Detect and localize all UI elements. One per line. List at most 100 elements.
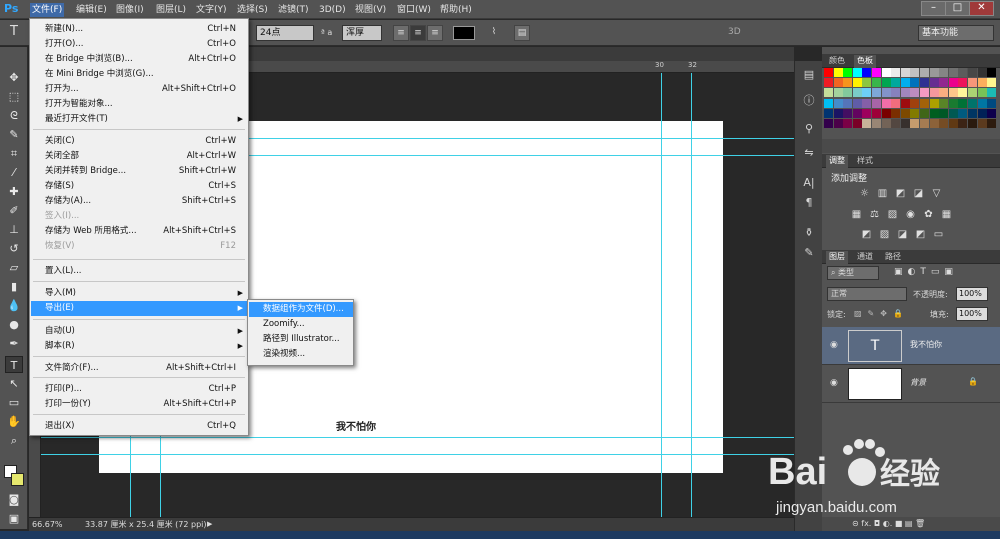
eraser-tool-icon[interactable]: ▱ — [5, 259, 23, 276]
file-menu-item[interactable]: 打开(O)... Ctrl+O — [31, 37, 248, 52]
file-menu-item[interactable]: 关闭(C) Ctrl+W — [31, 134, 248, 149]
menu-image[interactable]: 图像(I) — [114, 3, 146, 17]
menu-layer[interactable]: 图层(L) — [154, 3, 188, 17]
file-menu-item[interactable]: 存储为 Web 所用格式... Alt+Shift+Ctrl+S — [31, 224, 248, 239]
color-swatch[interactable] — [977, 108, 987, 118]
blend-mode-select[interactable]: 正常 — [827, 287, 907, 301]
file-menu-item[interactable]: 新建(N)... Ctrl+N — [31, 22, 248, 37]
color-swatch[interactable] — [862, 119, 872, 128]
color-swatch[interactable] — [948, 78, 958, 88]
color-swatch[interactable] — [977, 88, 987, 98]
invert-icon[interactable]: ◩ — [860, 229, 873, 241]
color-swatch[interactable] — [843, 68, 853, 77]
color-swatch[interactable] — [900, 88, 910, 98]
color-swatch[interactable] — [987, 98, 997, 108]
text-color-swatch[interactable] — [453, 26, 475, 40]
color-swatch[interactable] — [958, 88, 968, 98]
minimize-button[interactable]: – — [921, 1, 946, 16]
file-menu-item[interactable]: 关闭并转到 Bridge... Shift+Ctrl+W — [31, 164, 248, 179]
color-swatch[interactable] — [958, 108, 968, 118]
visibility-eye-icon[interactable]: ◉ — [830, 340, 838, 350]
menu-edit[interactable]: 编辑(E) — [74, 3, 109, 17]
opacity-field[interactable]: 100% — [956, 287, 988, 301]
tab-adjustments[interactable]: 调整 — [826, 155, 848, 168]
color-swatch[interactable] — [958, 98, 968, 108]
file-menu-item[interactable]: 文件简介(F)... Alt+Shift+Ctrl+I — [31, 361, 248, 376]
quick-mask-icon[interactable]: ◙ — [5, 491, 23, 508]
guide-line[interactable] — [661, 73, 662, 517]
color-swatch[interactable] — [968, 98, 977, 108]
type-tool-icon[interactable]: T — [6, 25, 22, 41]
curves-icon[interactable]: ◩ — [894, 188, 907, 200]
color-swatch[interactable] — [852, 68, 862, 77]
workspace-select[interactable]: 基本功能 — [918, 25, 994, 41]
levels-icon[interactable]: ▥ — [876, 188, 889, 200]
color-swatch[interactable] — [872, 68, 881, 77]
stamp-tool-icon[interactable]: ⊥ — [5, 221, 23, 238]
swatch-grid[interactable] — [824, 68, 998, 130]
file-menu-item[interactable]: 存储为(A)... Shift+Ctrl+S — [31, 194, 248, 209]
color-swatch[interactable] — [968, 108, 977, 118]
info-icon[interactable]: ⓘ — [800, 93, 818, 109]
lasso-tool-icon[interactable]: ᘓ — [5, 107, 23, 124]
fill-field[interactable]: 100% — [956, 307, 988, 321]
color-swatch[interactable] — [833, 88, 843, 98]
color-swatch[interactable] — [881, 78, 891, 88]
color-swatch[interactable] — [958, 119, 968, 128]
color-swatch[interactable] — [852, 98, 862, 108]
color-swatch[interactable] — [910, 119, 920, 128]
brush-settings-icon[interactable]: ✎ — [800, 245, 818, 261]
hue-saturation-icon[interactable]: ▦ — [850, 209, 863, 221]
color-swatch[interactable] — [862, 88, 872, 98]
layer-name[interactable]: 背景 — [910, 377, 926, 388]
color-swatch[interactable] — [824, 119, 833, 128]
color-swatch[interactable] — [843, 78, 853, 88]
menu-filter[interactable]: 滤镜(T) — [276, 3, 311, 17]
color-swatch[interactable] — [968, 68, 977, 77]
color-swatch[interactable] — [910, 78, 920, 88]
color-swatch[interactable] — [958, 68, 968, 77]
color-swatch[interactable] — [843, 108, 853, 118]
history-brush-tool-icon[interactable]: ↺ — [5, 240, 23, 257]
menu-type[interactable]: 文字(Y) — [194, 3, 229, 17]
posterize-icon[interactable]: ▨ — [878, 229, 891, 241]
photo-filter-icon[interactable]: ◉ — [904, 209, 917, 221]
close-button[interactable]: ✕ — [969, 1, 994, 16]
color-swatch[interactable] — [977, 119, 987, 128]
color-swatch[interactable] — [862, 68, 872, 77]
color-swatch[interactable] — [862, 98, 872, 108]
color-swatch[interactable] — [872, 78, 881, 88]
color-swatch[interactable] — [881, 119, 891, 128]
color-swatch[interactable] — [843, 88, 853, 98]
file-menu-item[interactable]: 导入(M) ▶ — [31, 286, 248, 301]
color-swatch[interactable] — [891, 98, 901, 108]
color-swatch[interactable] — [968, 78, 977, 88]
file-menu-item[interactable]: 退出(X) Ctrl+Q — [31, 419, 248, 434]
move-tool-icon[interactable]: ✥ — [5, 69, 23, 86]
shape-tool-icon[interactable]: ▭ — [5, 394, 23, 411]
color-swatch[interactable] — [939, 119, 949, 128]
color-swatch[interactable] — [891, 68, 901, 77]
selective-color-icon[interactable]: ▭ — [932, 229, 945, 241]
color-swatch[interactable] — [891, 119, 901, 128]
guide-line[interactable] — [130, 430, 131, 517]
character-panel-icon[interactable]: ▤ — [514, 25, 530, 41]
color-swatch[interactable] — [833, 108, 843, 118]
color-swatch[interactable] — [920, 68, 929, 77]
file-menu-item[interactable]: 恢复(V) F12 — [31, 239, 248, 254]
marquee-tool-icon[interactable]: ⬚ — [5, 88, 23, 105]
color-swatch[interactable] — [833, 98, 843, 108]
color-swatch[interactable] — [881, 68, 891, 77]
color-swatch[interactable] — [929, 68, 939, 77]
color-swatch[interactable] — [824, 108, 833, 118]
color-swatch[interactable] — [824, 98, 833, 108]
color-swatch[interactable] — [920, 119, 929, 128]
color-swatch[interactable] — [891, 78, 901, 88]
paragraph-icon[interactable]: ¶ — [800, 195, 818, 211]
tab-swatches[interactable]: 色板 — [854, 55, 876, 68]
color-swatch[interactable] — [881, 98, 891, 108]
tab-channels[interactable]: 通道 — [854, 251, 876, 264]
color-swatch[interactable] — [824, 78, 833, 88]
color-swatch[interactable] — [910, 98, 920, 108]
color-swatch[interactable] — [900, 98, 910, 108]
